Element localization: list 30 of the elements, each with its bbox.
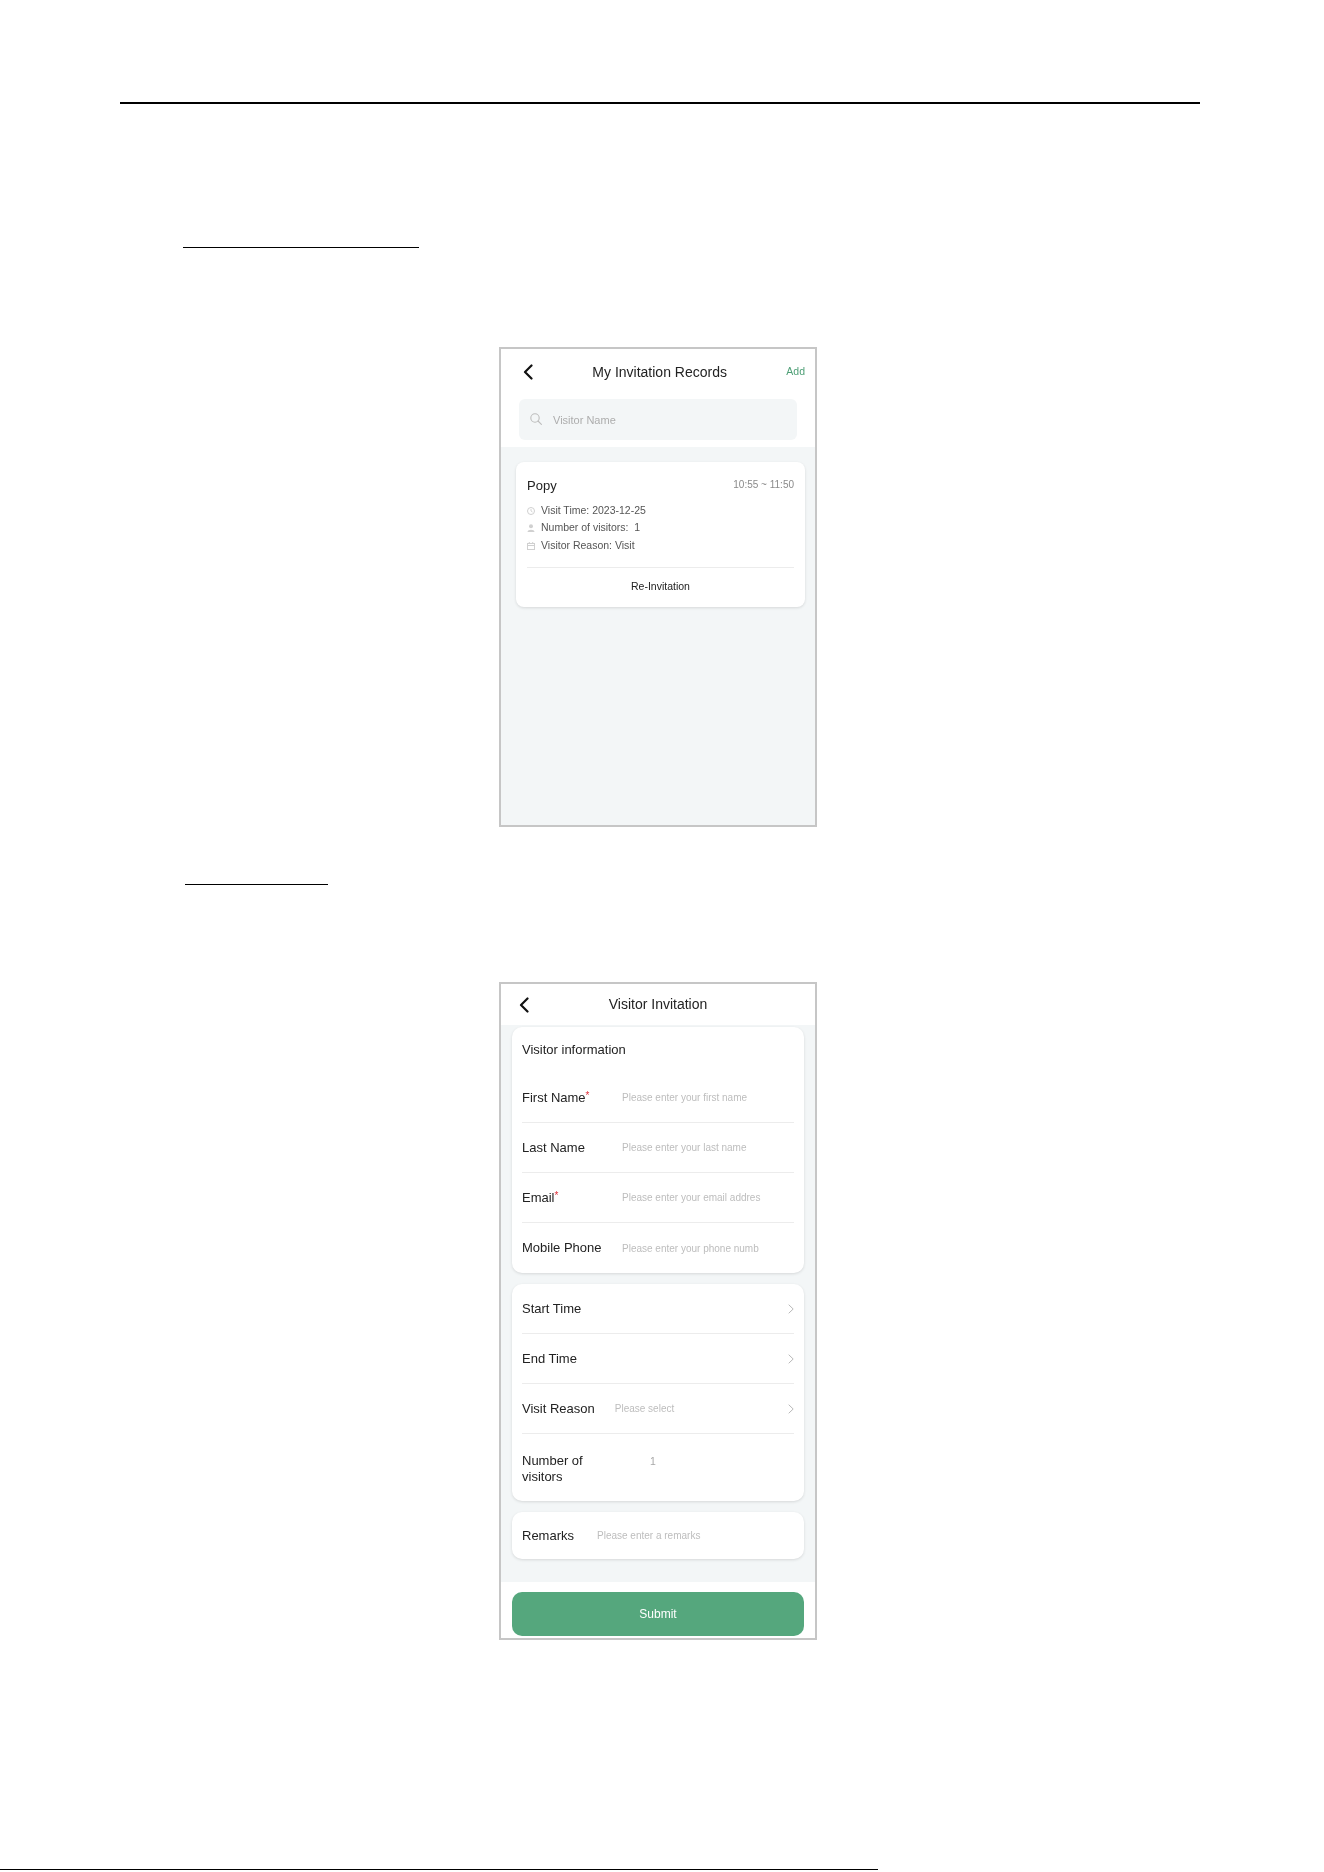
back-icon[interactable] (523, 364, 533, 380)
field-label: Visit Reason (522, 1399, 595, 1418)
record-detail: Number of visitors: 1 (541, 520, 641, 536)
re-invitation-link[interactable]: Re-Invitation (631, 579, 690, 595)
remarks-field[interactable]: Remarks Please enter a remarks (512, 1512, 804, 1559)
field-label: Mobile Phone (522, 1239, 603, 1258)
field-label: Last Name (522, 1138, 586, 1157)
record-detail: Visit Time: 2023-12-25 (541, 502, 646, 518)
search-field[interactable]: Visitor Name (519, 399, 797, 440)
clock-icon (527, 506, 535, 515)
back-icon[interactable] (519, 996, 529, 1013)
time-range: 10:55 ~ 11:50 (733, 478, 794, 491)
field-label: Remarks (522, 1526, 574, 1545)
screen-title: Visitor Invitation (607, 995, 709, 1014)
field-label: Start Time (522, 1299, 582, 1318)
input-field[interactable]: Please enter a remarks (597, 1525, 794, 1546)
section-heading: Visitor information (522, 1041, 626, 1060)
field-label: End Time (522, 1349, 577, 1368)
field-label: First Name* (522, 1088, 591, 1107)
search-icon (530, 413, 542, 425)
add-link[interactable]: Add (786, 364, 805, 380)
calendar-icon (527, 541, 535, 550)
submit-button[interactable]: Submit (512, 1592, 804, 1636)
chevron-right-icon (788, 1403, 794, 1414)
screen-title: My Invitation Records (591, 362, 728, 382)
visitor-name: Popy (527, 478, 557, 494)
record-detail: Visitor Reason: Visit (541, 537, 635, 553)
person-icon (527, 524, 535, 533)
field-label: Email* (522, 1188, 560, 1207)
field-label: Number of visitors (522, 1453, 584, 1485)
